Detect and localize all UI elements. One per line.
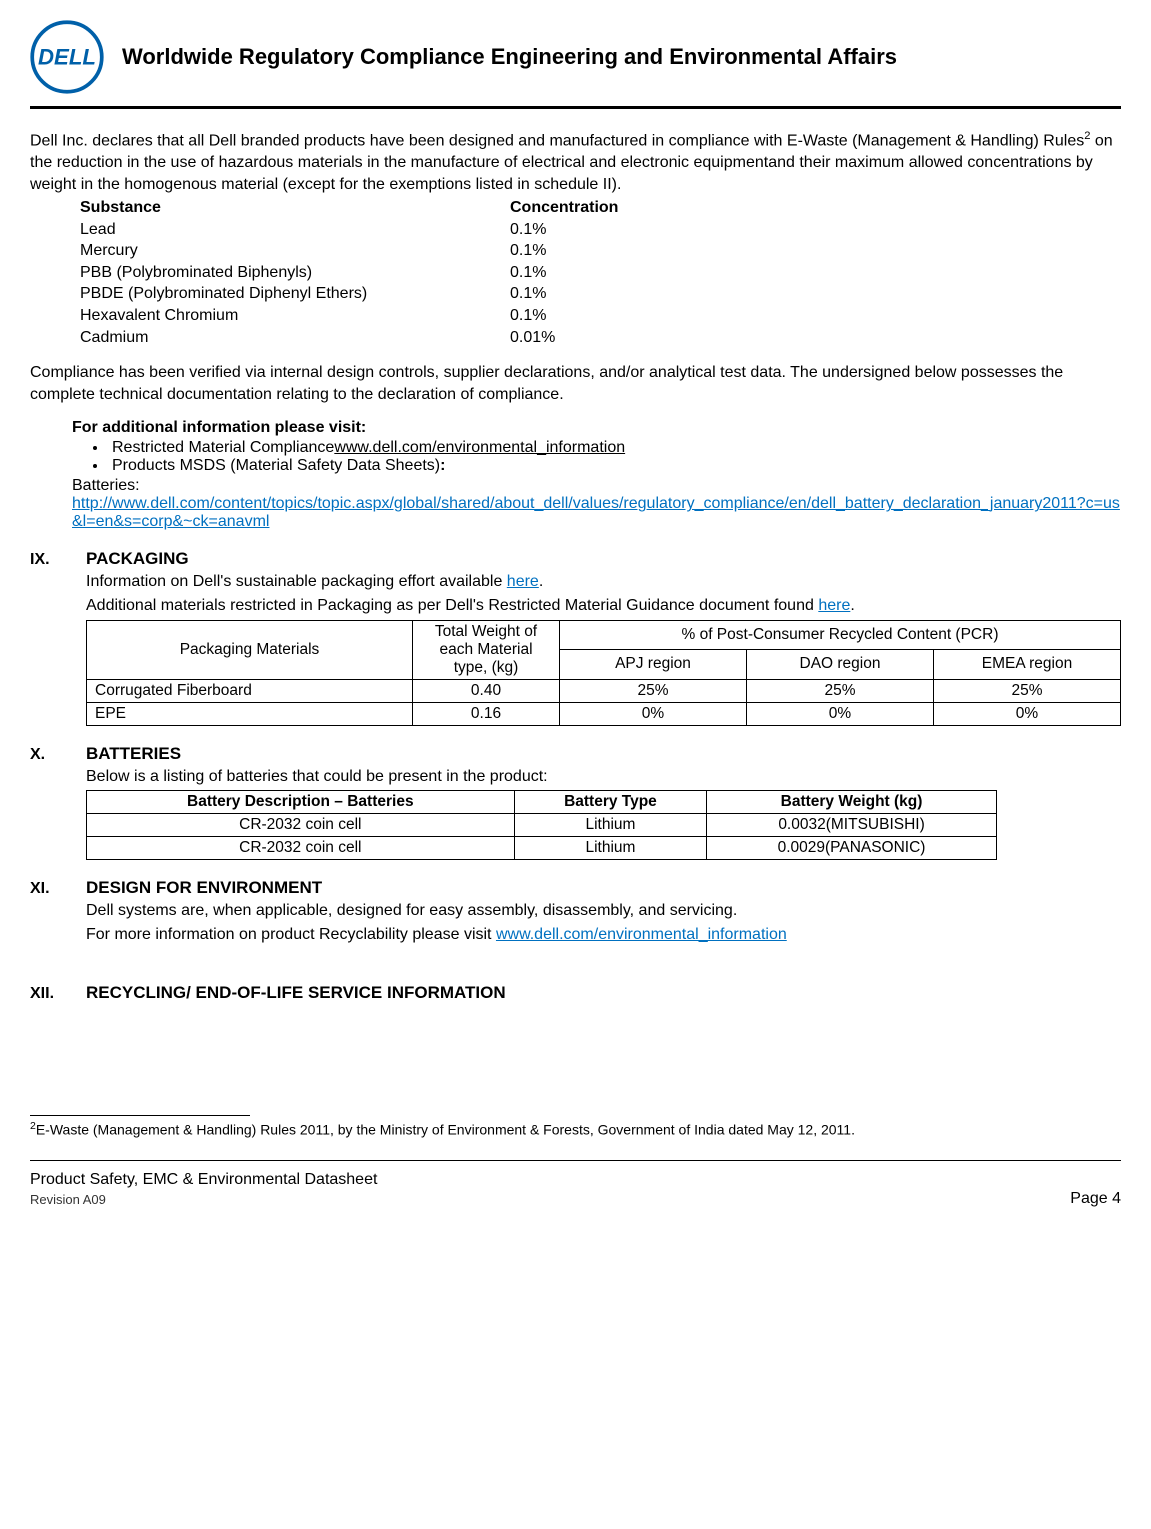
- footer-page: Page 4: [1070, 1190, 1121, 1208]
- cell-weight: 0.0029(PANASONIC): [707, 837, 997, 860]
- xi-line1: Dell systems are, when applicable, desig…: [86, 900, 1121, 922]
- packaging-header-pcr: % of Post-Consumer Recycled Content (PCR…: [560, 620, 1121, 650]
- svg-text:DELL: DELL: [38, 44, 96, 69]
- substance-name: Hexavalent Chromium: [80, 305, 510, 327]
- footnote: 2E-Waste (Management & Handling) Rules 2…: [30, 1120, 1121, 1138]
- packaging-header-dao: DAO region: [747, 650, 934, 680]
- ix-line1a: Information on Dell's sustainable packag…: [86, 573, 507, 590]
- cell-desc: CR-2032 coin cell: [87, 837, 515, 860]
- section-xi-header: XI. DESIGN FOR ENVIRONMENT: [30, 878, 1121, 898]
- table-row: CR-2032 coin cell Lithium 0.0032(MITSUBI…: [87, 814, 997, 837]
- ix-line2a: Additional materials restricted in Packa…: [86, 597, 818, 614]
- footer-revision: Revision A09: [30, 1191, 377, 1209]
- section-ix-header: IX. PACKAGING: [30, 549, 1121, 569]
- cell-weight: 0.40: [413, 679, 560, 702]
- here-link[interactable]: here: [818, 597, 850, 614]
- intro-text-a: Dell Inc. declares that all Dell branded…: [30, 132, 1084, 149]
- page-rule: [30, 1160, 1121, 1161]
- cell-apj: 25%: [560, 679, 747, 702]
- cell-dao: 0%: [747, 702, 934, 725]
- section-number: XI.: [30, 880, 86, 898]
- substance-name: PBB (Polybrominated Biphenyls): [80, 262, 510, 284]
- dell-logo-icon: DELL: [30, 20, 104, 94]
- batteries-link-wrap: http://www.dell.com/content/topics/topic…: [72, 495, 1121, 531]
- ix-line2b: .: [850, 597, 854, 614]
- batteries-header-desc: Battery Description – Batteries: [87, 791, 515, 814]
- table-row: CR-2032 coin cell Lithium 0.0029(PANASON…: [87, 837, 997, 860]
- additional-info-title: For additional information please visit:: [72, 419, 1121, 437]
- packaging-table: Packaging Materials Total Weight of each…: [86, 620, 1121, 726]
- batteries-intro: Below is a listing of batteries that cou…: [86, 766, 1121, 788]
- bullet-text: Products MSDS (Material Safety Data Shee…: [112, 457, 440, 474]
- section-number: XII.: [30, 985, 86, 1003]
- cell-emea: 25%: [934, 679, 1121, 702]
- concentration-header: Concentration: [510, 197, 1121, 219]
- section-number: IX.: [30, 551, 86, 569]
- section-title: PACKAGING: [86, 549, 189, 569]
- substance-name: Cadmium: [80, 327, 510, 349]
- section-x-body: Below is a listing of batteries that cou…: [86, 766, 1121, 861]
- cell-weight: 0.16: [413, 702, 560, 725]
- substance-table: Substance Concentration Lead 0.1% Mercur…: [80, 197, 1121, 348]
- bullet-link[interactable]: www.dell.com/environmental_information: [334, 439, 625, 456]
- section-ix-body: Information on Dell's sustainable packag…: [86, 571, 1121, 725]
- section-title: DESIGN FOR ENVIRONMENT: [86, 878, 322, 898]
- xi-line2a: For more information on product Recyclab…: [86, 926, 496, 943]
- page-footer: Product Safety, EMC & Environmental Data…: [30, 1169, 1121, 1208]
- additional-info-list: Restricted Material Compliancewww.dell.c…: [108, 439, 1121, 475]
- section-xi-body: Dell systems are, when applicable, desig…: [86, 900, 1121, 945]
- cell-material: EPE: [87, 702, 413, 725]
- environmental-link[interactable]: www.dell.com/environmental_information: [496, 926, 787, 943]
- bullet-text: Restricted Material Compliance: [112, 439, 334, 456]
- substance-value: 0.1%: [510, 240, 1121, 262]
- substance-value: 0.1%: [510, 262, 1121, 284]
- cell-emea: 0%: [934, 702, 1121, 725]
- packaging-header-weight: Total Weight of each Material type, (kg): [413, 620, 560, 679]
- bullet-colon: :: [440, 457, 445, 474]
- cell-apj: 0%: [560, 702, 747, 725]
- cell-desc: CR-2032 coin cell: [87, 814, 515, 837]
- list-item: Products MSDS (Material Safety Data Shee…: [108, 457, 1121, 475]
- cell-type: Lithium: [514, 837, 707, 860]
- here-link[interactable]: here: [507, 573, 539, 590]
- section-xii-header: XII. RECYCLING/ END-OF-LIFE SERVICE INFO…: [30, 983, 1121, 1003]
- substance-name: Lead: [80, 219, 510, 241]
- substance-value: 0.1%: [510, 219, 1121, 241]
- substance-name: Mercury: [80, 240, 510, 262]
- ix-line1b: .: [539, 573, 543, 590]
- cell-weight: 0.0032(MITSUBISHI): [707, 814, 997, 837]
- footer-title: Product Safety, EMC & Environmental Data…: [30, 1169, 377, 1191]
- cell-dao: 25%: [747, 679, 934, 702]
- section-title: RECYCLING/ END-OF-LIFE SERVICE INFORMATI…: [86, 983, 506, 1003]
- header-title: Worldwide Regulatory Compliance Engineer…: [122, 44, 897, 70]
- footnote-rule: [30, 1115, 250, 1116]
- table-row: EPE 0.16 0% 0% 0%: [87, 702, 1121, 725]
- substance-value: 0.01%: [510, 327, 1121, 349]
- packaging-header-apj: APJ region: [560, 650, 747, 680]
- footnote-text: E-Waste (Management & Handling) Rules 20…: [36, 1122, 855, 1138]
- packaging-header-materials: Packaging Materials: [87, 620, 413, 679]
- section-number: X.: [30, 746, 86, 764]
- substance-value: 0.1%: [510, 283, 1121, 305]
- intro-paragraph: Dell Inc. declares that all Dell branded…: [30, 129, 1121, 195]
- substance-header: Substance: [80, 197, 510, 219]
- batteries-table: Battery Description – Batteries Battery …: [86, 790, 997, 860]
- cell-type: Lithium: [514, 814, 707, 837]
- batteries-header-weight: Battery Weight (kg): [707, 791, 997, 814]
- cell-material: Corrugated Fiberboard: [87, 679, 413, 702]
- batteries-header-type: Battery Type: [514, 791, 707, 814]
- page-header: DELL Worldwide Regulatory Compliance Eng…: [30, 20, 1121, 109]
- batteries-label: Batteries:: [72, 477, 1121, 495]
- substance-name: PBDE (Polybrominated Diphenyl Ethers): [80, 283, 510, 305]
- table-row: Corrugated Fiberboard 0.40 25% 25% 25%: [87, 679, 1121, 702]
- packaging-header-emea: EMEA region: [934, 650, 1121, 680]
- list-item: Restricted Material Compliancewww.dell.c…: [108, 439, 1121, 457]
- section-x-header: X. BATTERIES: [30, 744, 1121, 764]
- compliance-paragraph: Compliance has been verified via interna…: [30, 362, 1121, 405]
- section-title: BATTERIES: [86, 744, 181, 764]
- batteries-link[interactable]: http://www.dell.com/content/topics/topic…: [72, 495, 1120, 530]
- substance-value: 0.1%: [510, 305, 1121, 327]
